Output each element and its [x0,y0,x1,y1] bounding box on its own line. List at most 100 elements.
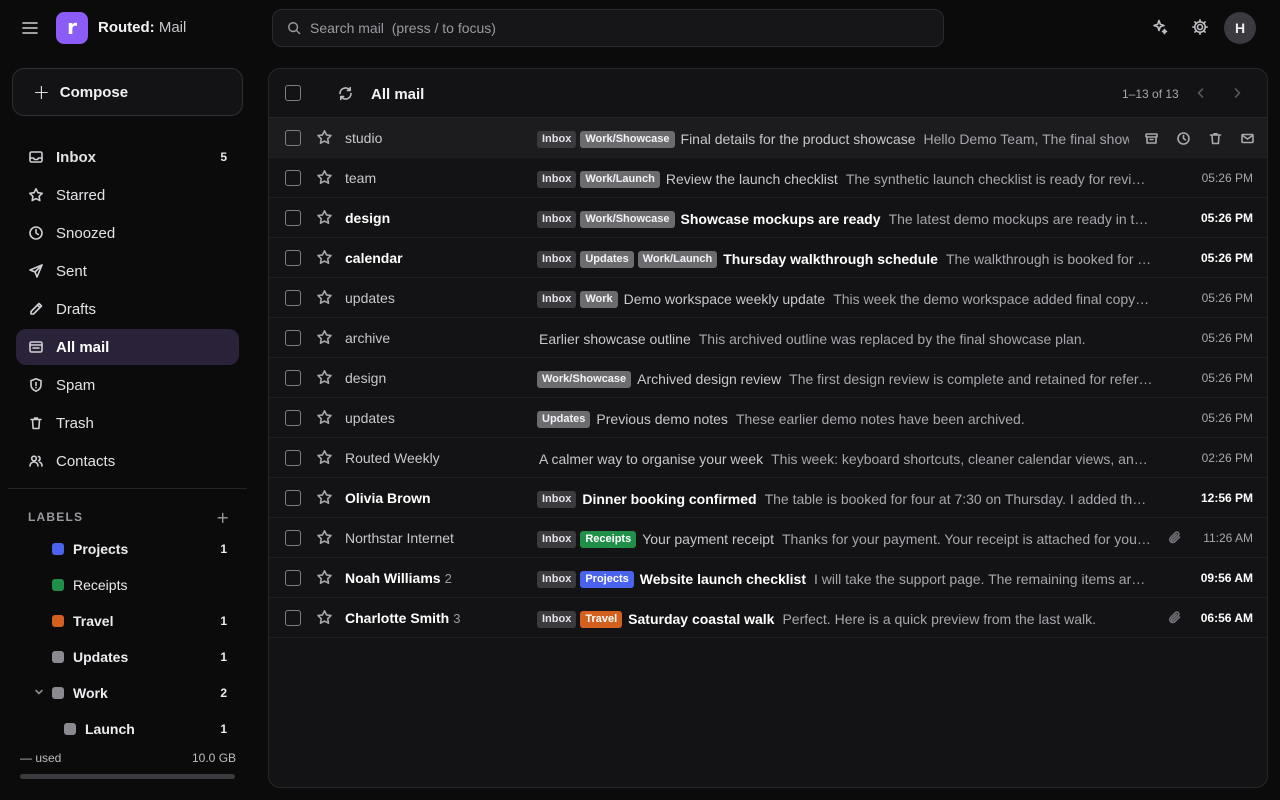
row-checkbox[interactable] [285,370,301,386]
row-checkbox[interactable] [285,450,301,466]
table-row[interactable]: archive Earlier showcase outline This arch… [269,318,1267,358]
label-receipts[interactable]: Receipts [52,569,239,601]
row-checkbox[interactable] [285,530,301,546]
storage-used: — used [20,751,62,765]
table-row[interactable]: Routed Weekly A calmer way to organise yo… [269,438,1267,478]
gear-icon[interactable] [1191,18,1211,38]
chevron-left-icon[interactable] [1194,86,1208,100]
sidebar-item-label: Trash [56,414,94,432]
label-work[interactable]: Work 2 [52,677,239,709]
mark-read-icon[interactable] [1231,122,1263,154]
label-projects[interactable]: Projects 1 [52,533,239,565]
attachment-icon [1167,610,1182,625]
sidebar-item-spam[interactable]: Spam [16,367,239,403]
brand-name: Routed: [98,19,155,36]
row-checkbox[interactable] [285,490,301,506]
avatar[interactable]: H [1224,12,1256,44]
table-row[interactable]: design Work/Showcase Archived design revie… [269,358,1267,398]
app-title: Routed: Mail [98,19,186,36]
chevron-down-icon[interactable] [34,687,44,697]
label-count: 1 [220,614,227,628]
star-icon[interactable] [316,209,333,226]
sidebar-item-inbox[interactable]: Inbox 5 [16,139,239,175]
sidebar-item-label: Sent [56,262,87,280]
row-checkbox[interactable] [285,330,301,346]
table-row[interactable]: Noah Williams 2 Inbox Projects Website launc… [269,558,1267,598]
row-checkbox[interactable] [285,250,301,266]
sender-text: design [345,210,391,226]
search-bar[interactable] [272,9,944,47]
all-mail-icon [29,341,43,353]
trash-icon[interactable] [1199,122,1231,154]
table-row[interactable]: Olivia Brown Inbox Dinner booking confirme… [269,478,1267,518]
table-row[interactable]: design Inbox Work/Showcase Showcase mockups… [269,198,1267,238]
sender-name: Noah Williams 2 [345,570,452,586]
row-checkbox[interactable] [285,170,301,186]
row-actions [1129,122,1263,154]
message-time: 06:56 AM [1200,611,1253,625]
star-icon[interactable] [316,169,333,186]
sidebar-item-starred[interactable]: Starred [16,177,239,213]
row-checkbox[interactable] [285,610,301,626]
label-count: 1 [220,722,227,736]
star-icon[interactable] [316,369,333,386]
refresh-icon[interactable] [337,85,354,102]
archive-icon[interactable] [1135,122,1167,154]
star-icon[interactable] [316,249,333,266]
sidebar-item-snoozed[interactable]: Snoozed [16,215,239,251]
star-icon[interactable] [316,529,333,546]
compose-button[interactable]: + Compose [12,68,243,116]
label-travel[interactable]: Travel 1 [52,605,239,637]
star-icon[interactable] [316,449,333,466]
select-all-checkbox[interactable] [285,85,301,101]
star-icon[interactable] [316,609,333,626]
row-checkbox[interactable] [285,410,301,426]
row-checkbox[interactable] [285,210,301,226]
label-tag: Work [580,290,618,308]
row-checkbox[interactable] [285,130,301,146]
sidebar-item-drafts[interactable]: Drafts [16,291,239,327]
label-tag: Inbox [537,170,577,188]
sidebar-item-all-mail[interactable]: All mail [16,329,239,365]
table-row[interactable]: studio Inbox Work/Showcase Final details fo… [269,118,1267,158]
star-icon[interactable] [316,409,333,426]
star-icon[interactable] [316,289,333,306]
sender-name: Northstar Internet [345,530,454,546]
chevron-right-icon[interactable] [1230,86,1244,100]
sender-name: archive [345,330,390,346]
message-snippet: This week the demo workspace added final… [833,291,1153,307]
pencil-icon [30,302,43,315]
label-count: 2 [220,686,227,700]
app-logo[interactable]: r [56,12,88,44]
sparkle-icon[interactable] [1151,18,1171,38]
search-input[interactable] [310,20,910,36]
table-row[interactable]: updates Inbox Work Demo workspace weekly up… [269,278,1267,318]
label-name: Travel [73,613,114,629]
message-time: 05:26 PM [1201,331,1253,345]
row-checkbox[interactable] [285,570,301,586]
sidebar-item-trash[interactable]: Trash [16,405,239,441]
table-row[interactable]: Northstar Internet Inbox Receipts Your paym… [269,518,1267,558]
label-launch[interactable]: Launch 1 [64,713,239,745]
add-label-button[interactable]: + [216,508,229,527]
table-row[interactable]: team Inbox Work/Launch Review the launch ch… [269,158,1267,198]
menu-icon[interactable] [20,18,40,38]
snooze-clock-icon[interactable] [1167,122,1199,154]
sender-text: archive [345,330,391,346]
table-row[interactable]: Charlotte Smith 3 Inbox Travel Saturday coas… [269,598,1267,638]
sidebar-item-contacts[interactable]: Contacts [16,443,239,479]
sidebar-item-sent[interactable]: Sent [16,253,239,289]
label-updates[interactable]: Updates 1 [52,641,239,673]
label-tag: Updates [537,410,591,428]
shield-icon [30,378,42,392]
label-tag: Travel [580,610,623,628]
message-snippet: Perfect. Here is a quick preview from th… [782,611,1097,627]
message-time: 12:56 PM [1200,491,1253,505]
star-icon[interactable] [316,129,333,146]
star-icon[interactable] [316,489,333,506]
table-row[interactable]: calendar Inbox Updates Work/Launch Thursday … [269,238,1267,278]
table-row[interactable]: updates Updates Previous demo notes These e… [269,398,1267,438]
star-icon[interactable] [316,329,333,346]
row-checkbox[interactable] [285,290,301,306]
star-icon[interactable] [316,569,333,586]
